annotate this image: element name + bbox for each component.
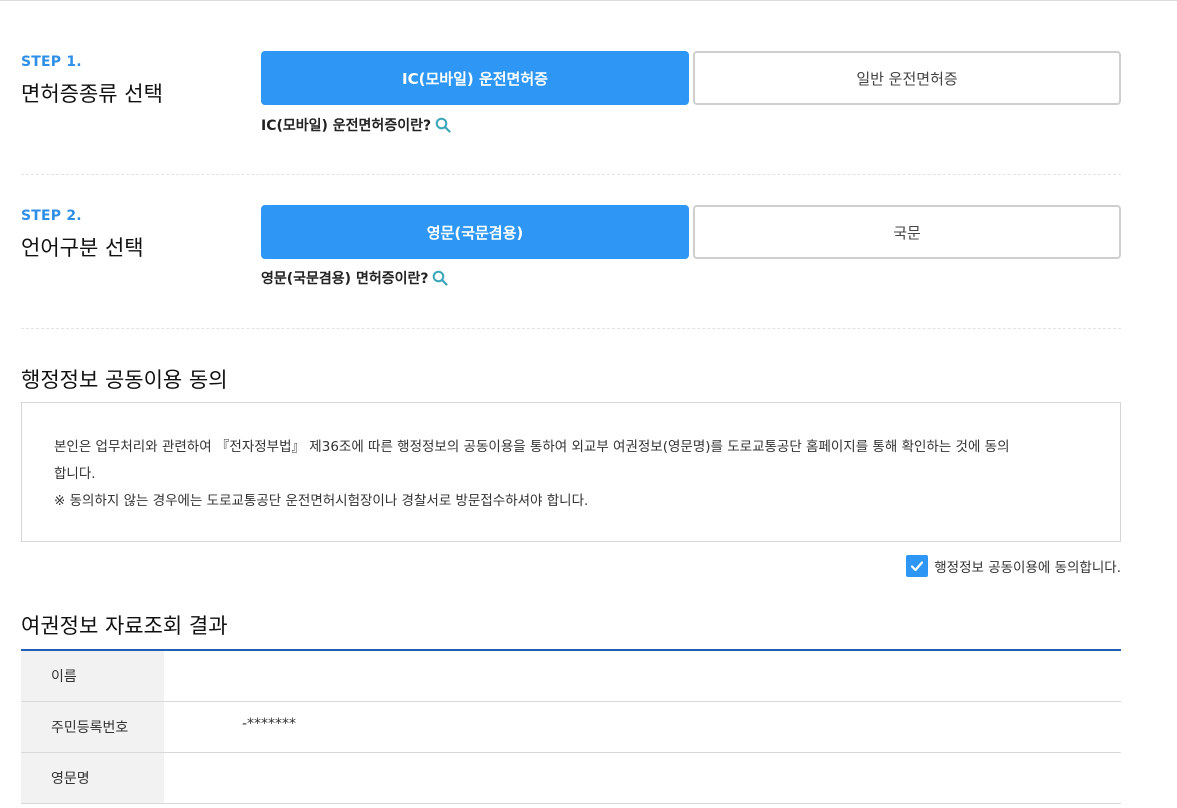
consent-title: 행정정보 공동이용 동의 (21, 368, 228, 392)
table-row: 이름 (21, 651, 1121, 702)
table-row: 주민등록번호 -******* (21, 702, 1121, 753)
row-header-english-name: 영문명 (21, 753, 164, 803)
step2-label: STEP 2. (21, 208, 82, 224)
search-icon (433, 270, 449, 286)
step1-help-text: IC(모바일) 운전면허증이란? (261, 118, 432, 134)
general-license-button[interactable]: 일반 운전면허증 (693, 51, 1121, 105)
result-title: 여권정보 자료조회 결과 (21, 614, 228, 638)
row-value-english-name (164, 753, 1121, 803)
consent-checkbox[interactable] (906, 555, 929, 577)
table-row: 영문명 (21, 753, 1121, 804)
korean-license-button[interactable]: 국문 (693, 205, 1121, 259)
row-header-name: 이름 (21, 651, 164, 701)
consent-text-box: 본인은 업무처리와 관련하여 『전자정부법』 제36조에 따른 행정정보의 공동… (21, 402, 1121, 542)
step2-help-link[interactable]: 영문(국문겸용) 면허증이란? (261, 268, 449, 288)
consent-line: 합니다. (54, 466, 96, 482)
step1-title: 면허증종류 선택 (21, 82, 163, 106)
consent-checkbox-label: 행정정보 공동이용에 동의합니다. (934, 560, 1121, 576)
section-divider (21, 174, 1121, 175)
row-header-rrn: 주민등록번호 (21, 702, 164, 752)
ic-license-button[interactable]: IC(모바일) 운전면허증 (261, 51, 689, 105)
row-value-name (164, 651, 1121, 701)
step2-help-text: 영문(국문겸용) 면허증이란? (261, 271, 429, 287)
step1-help-link[interactable]: IC(모바일) 운전면허증이란? (261, 115, 451, 135)
consent-agree[interactable]: 행정정보 공동이용에 동의합니다. (906, 555, 1121, 577)
consent-line: 본인은 업무처리와 관련하여 『전자정부법』 제36조에 따른 행정정보의 공동… (54, 439, 1010, 455)
step1-label: STEP 1. (21, 54, 82, 70)
step2-title: 언어구분 선택 (21, 236, 144, 260)
english-license-button[interactable]: 영문(국문겸용) (261, 205, 689, 259)
search-icon (435, 117, 451, 133)
top-divider (0, 0, 1177, 1)
check-icon (911, 561, 924, 572)
consent-notice: ※ 동의하지 않는 경우에는 도로교통공단 운전면허시험장이나 경찰서로 방문접… (54, 493, 589, 509)
passport-result-table: 이름 주민등록번호 -******* 영문명 (21, 649, 1121, 804)
row-value-rrn: -******* (242, 716, 297, 732)
section-divider (21, 328, 1121, 329)
